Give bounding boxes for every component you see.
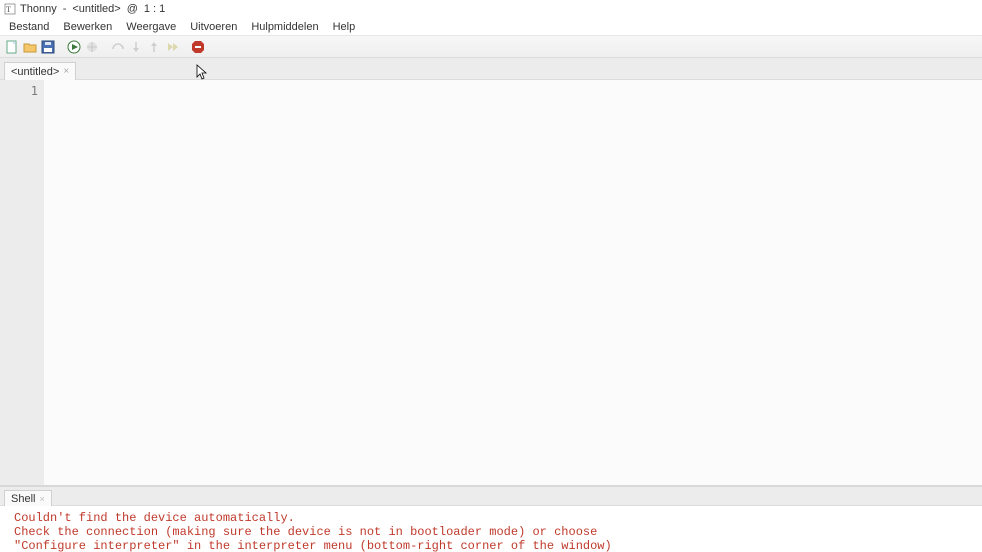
close-icon[interactable]: × <box>39 494 44 504</box>
shell-line: Couldn't find the device automatically. <box>14 512 968 526</box>
debug-icon[interactable] <box>84 39 100 55</box>
shell-tab[interactable]: Shell × <box>4 490 52 506</box>
menu-weergave[interactable]: Weergave <box>119 19 183 35</box>
title-at: @ <box>125 3 140 15</box>
editor-area: 1 <box>0 80 982 486</box>
app-name: Thonny <box>20 3 57 15</box>
menu-help[interactable]: Help <box>326 19 363 35</box>
shell-line: "Configure interpreter" in the interpret… <box>14 540 968 552</box>
menu-bewerken[interactable]: Bewerken <box>56 19 119 35</box>
menu-hulpmiddelen[interactable]: Hulpmiddelen <box>244 19 325 35</box>
shell-tab-label: Shell <box>11 493 35 505</box>
stop-icon[interactable] <box>190 39 206 55</box>
shell-tab-bar: Shell × <box>0 486 982 506</box>
shell-line: Check the connection (making sure the de… <box>14 526 968 540</box>
svg-text:T: T <box>6 5 11 14</box>
app-logo-icon: T <box>4 3 16 15</box>
title-sep: - <box>61 3 69 15</box>
step-over-icon[interactable] <box>110 39 126 55</box>
line-number: 1 <box>0 84 38 98</box>
open-file-icon[interactable] <box>22 39 38 55</box>
toolbar <box>0 36 982 58</box>
cursor-position: 1 : 1 <box>144 3 165 15</box>
document-name: <untitled> <box>72 3 120 15</box>
new-file-icon[interactable] <box>4 39 20 55</box>
shell-output[interactable]: Couldn't find the device automatically. … <box>0 506 982 552</box>
menu-bar: Bestand Bewerken Weergave Uitvoeren Hulp… <box>0 18 982 36</box>
line-gutter: 1 <box>0 80 44 485</box>
menu-bestand[interactable]: Bestand <box>2 19 56 35</box>
editor-tab-label: <untitled> <box>11 66 59 78</box>
code-editor[interactable] <box>44 80 982 485</box>
editor-tab[interactable]: <untitled> × <box>4 62 76 80</box>
step-out-icon[interactable] <box>146 39 162 55</box>
title-bar: T Thonny - <untitled> @ 1 : 1 <box>0 0 982 18</box>
resume-icon[interactable] <box>164 39 180 55</box>
save-file-icon[interactable] <box>40 39 56 55</box>
close-icon[interactable]: × <box>63 67 69 77</box>
run-icon[interactable] <box>66 39 82 55</box>
editor-tab-bar: <untitled> × <box>0 58 982 80</box>
menu-uitvoeren[interactable]: Uitvoeren <box>183 19 244 35</box>
step-into-icon[interactable] <box>128 39 144 55</box>
